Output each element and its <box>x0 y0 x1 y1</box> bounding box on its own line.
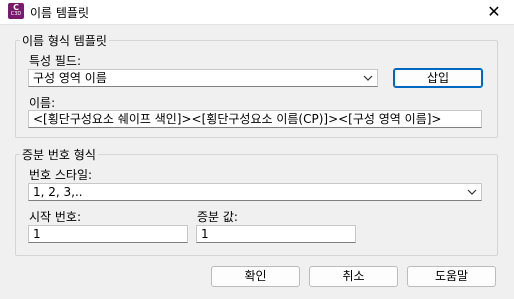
civil3d-app-icon: C C3D <box>8 3 24 19</box>
increment-value-field[interactable]: 1 <box>196 225 356 243</box>
title-bar: C C3D 이름 템플릿 ✕ <box>0 0 514 25</box>
property-fields-value: 구성 영역 이름 <box>33 71 107 85</box>
cancel-button[interactable]: 취소 <box>309 266 398 287</box>
chevron-down-icon <box>467 189 477 195</box>
increment-legend: 증분 번호 형식 <box>20 146 98 163</box>
close-icon[interactable]: ✕ <box>484 2 504 22</box>
increment-value-label: 증분 값: <box>197 210 238 224</box>
chevron-down-icon <box>363 75 373 81</box>
number-style-select[interactable]: 1, 2, 3,.. <box>28 183 482 201</box>
name-format-legend: 이름 형식 템플릿 <box>20 32 109 49</box>
insert-button[interactable]: 삽입 <box>393 68 483 88</box>
property-fields-select[interactable]: 구성 영역 이름 <box>28 69 378 87</box>
property-fields-label: 특성 필드: <box>29 54 82 68</box>
ok-button[interactable]: 확인 <box>211 266 300 287</box>
name-template-field[interactable]: <[횡단구성요소 쉐이프 색인]><[횡단구성요소 이름(CP)]><[구성 영… <box>28 110 482 128</box>
number-style-value: 1, 2, 3,.. <box>33 185 83 199</box>
window-title: 이름 템플릿 <box>30 6 90 20</box>
number-style-label: 번호 스타일: <box>29 168 93 182</box>
name-label: 이름: <box>29 96 56 110</box>
start-number-label: 시작 번호: <box>29 210 82 224</box>
help-button[interactable]: 도움말 <box>407 266 496 287</box>
start-number-field[interactable]: 1 <box>28 225 188 243</box>
